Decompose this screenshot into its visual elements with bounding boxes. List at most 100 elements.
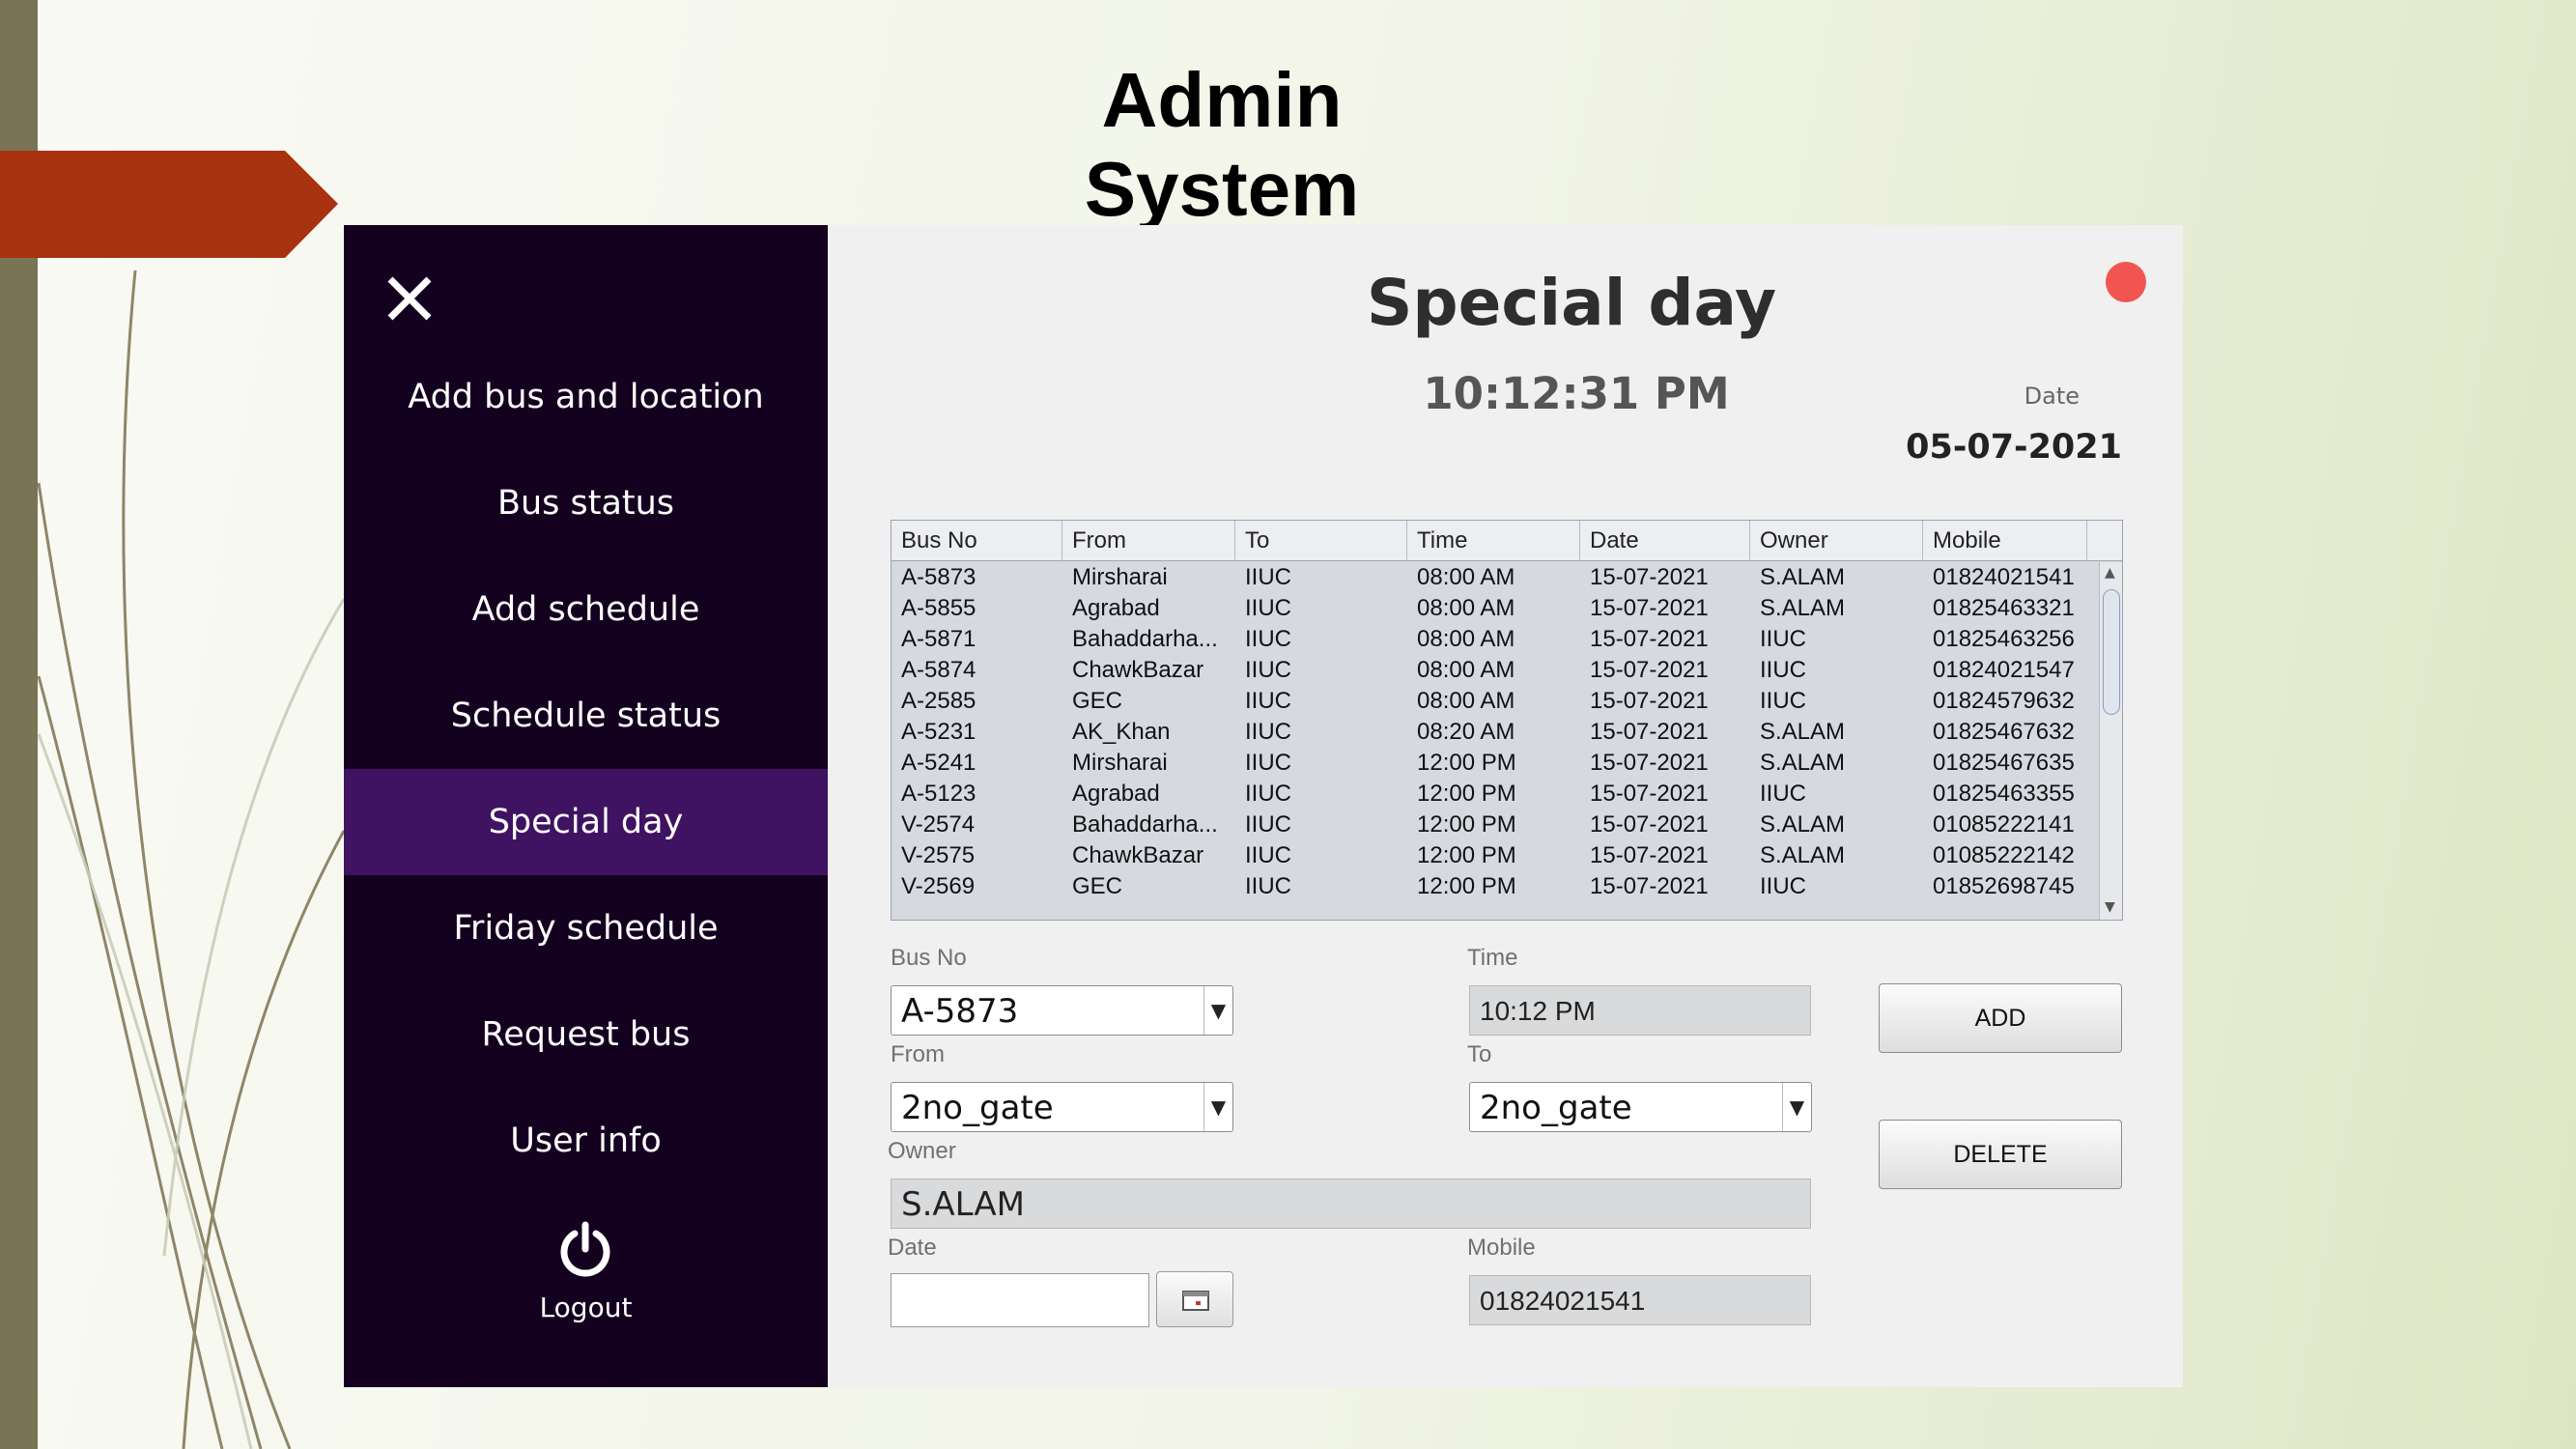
table-cell: GEC [1072, 873, 1123, 899]
sidebar-item-special-day[interactable]: Special day [344, 769, 828, 875]
sidebar: Add bus and location Bus status Add sche… [344, 225, 828, 1387]
scroll-down-arrow-icon[interactable]: ▼ [2105, 900, 2118, 914]
table-cell: A-5123 [901, 781, 977, 807]
table-row[interactable]: A-2585 GEC IIUC 08:00 AM 15-07-2021 IIUC 01824… [892, 686, 2099, 717]
table-scrollbar[interactable]: ▲ ▼ [2099, 562, 2122, 920]
bus-no-value: A-5873 [901, 992, 1019, 1031]
delete-button[interactable]: DELETE [1879, 1120, 2122, 1189]
column-header-corner [2087, 521, 2118, 561]
time-field[interactable]: 10:12 PM [1469, 985, 1811, 1036]
sidebar-item-add-schedule[interactable]: Add schedule [344, 556, 828, 663]
sidebar-item-bus-status[interactable]: Bus status [344, 450, 828, 556]
table-cell: 15-07-2021 [1590, 781, 1709, 807]
power-icon[interactable] [555, 1220, 615, 1280]
bus-no-label: Bus No [891, 945, 967, 971]
table-cell: IIUC [1245, 750, 1291, 776]
add-button[interactable]: ADD [1879, 983, 2122, 1053]
table-cell: Bahaddarha... [1072, 626, 1218, 652]
date-input[interactable] [891, 1273, 1149, 1327]
calendar-icon [1182, 1291, 1209, 1311]
mobile-field[interactable]: 01824021541 [1469, 1275, 1811, 1325]
to-select[interactable]: 2no_gate ▼ [1469, 1082, 1812, 1132]
table-cell: 15-07-2021 [1590, 595, 1709, 621]
table-cell: V-2575 [901, 842, 976, 868]
table-cell: IIUC [1245, 811, 1291, 838]
from-value: 2no_gate [901, 1089, 1054, 1127]
table-cell: IIUC [1245, 719, 1291, 745]
current-date: 05-07-2021 [1906, 428, 2122, 467]
from-select[interactable]: 2no_gate ▼ [891, 1082, 1233, 1132]
table-cell: 15-07-2021 [1590, 719, 1709, 745]
chevron-down-icon[interactable]: ▼ [1782, 1083, 1811, 1131]
bus-no-select[interactable]: A-5873 ▼ [891, 985, 1233, 1036]
scrollbar-thumb[interactable] [2103, 589, 2120, 715]
table-cell: GEC [1072, 688, 1123, 714]
table-row[interactable]: A-5871 Bahaddarha... IIUC 08:00 AM 15-07-202… [892, 624, 2099, 655]
table-cell: IIUC [1760, 626, 1806, 652]
table-body: A-5873 Mirsharai IIUC 08:00 AM 15-07-2021 S.A… [892, 562, 2099, 920]
column-header-to[interactable]: To [1235, 521, 1407, 561]
date-label: Date [888, 1235, 937, 1261]
table-row[interactable]: A-5231 AK_Khan IIUC 08:20 AM 15-07-2021 S.ALA… [892, 717, 2099, 748]
table-cell: Bahaddarha... [1072, 811, 1218, 838]
schedule-table[interactable]: Bus No From To Time Date Owner Mobile A-… [891, 520, 2123, 921]
column-header-bus-no[interactable]: Bus No [892, 521, 1062, 561]
table-cell: 01824579632 [1933, 688, 2075, 714]
date-caption: Date [2024, 383, 2080, 410]
table-row[interactable]: V-2575 ChawkBazar IIUC 12:00 PM 15-07-2021 S.… [892, 840, 2099, 871]
column-header-from[interactable]: From [1062, 521, 1235, 561]
close-icon[interactable] [382, 271, 437, 326]
table-cell: IIUC [1245, 626, 1291, 652]
logout-label[interactable]: Logout [344, 1292, 828, 1323]
column-header-time[interactable]: Time [1407, 521, 1580, 561]
sidebar-item-user-info[interactable]: User info [344, 1088, 828, 1194]
sidebar-item-friday-schedule[interactable]: Friday schedule [344, 875, 828, 981]
table-cell: IIUC [1245, 781, 1291, 807]
table-cell: 01824021547 [1933, 657, 2075, 683]
red-status-dot[interactable] [2106, 262, 2146, 302]
table-cell: 15-07-2021 [1590, 688, 1709, 714]
table-cell: 01085222141 [1933, 811, 2075, 838]
table-cell: 15-07-2021 [1590, 657, 1709, 683]
sidebar-item-add-bus-and-location[interactable]: Add bus and location [344, 344, 828, 450]
owner-field[interactable]: S.ALAM [891, 1179, 1811, 1229]
sidebar-item-schedule-status[interactable]: Schedule status [344, 663, 828, 769]
table-cell: IIUC [1245, 873, 1291, 899]
mobile-value: 01824021541 [1480, 1286, 1646, 1316]
table-cell: A-5874 [901, 657, 977, 683]
table-row[interactable]: A-5855 Agrabad IIUC 08:00 AM 15-07-2021 S.ALA… [892, 593, 2099, 624]
table-row[interactable]: A-5874 ChawkBazar IIUC 08:00 AM 15-07-2021 II… [892, 655, 2099, 686]
table-cell: ChawkBazar [1072, 657, 1204, 683]
column-header-owner[interactable]: Owner [1750, 521, 1923, 561]
table-cell: V-2574 [901, 811, 976, 838]
page-title: Special day [1366, 266, 1777, 340]
table-cell: Mirsharai [1072, 750, 1168, 776]
table-row[interactable]: A-5241 Mirsharai IIUC 12:00 PM 15-07-2021 S.A… [892, 748, 2099, 779]
slide-arrow-tag [0, 151, 338, 258]
table-cell: 08:00 AM [1417, 657, 1515, 683]
column-header-date[interactable]: Date [1580, 521, 1750, 561]
table-row[interactable]: A-5873 Mirsharai IIUC 08:00 AM 15-07-2021 S.A… [892, 562, 2099, 593]
sidebar-item-request-bus[interactable]: Request bus [344, 981, 828, 1088]
calendar-button[interactable] [1156, 1271, 1233, 1327]
table-cell: 15-07-2021 [1590, 873, 1709, 899]
chevron-down-icon[interactable]: ▼ [1203, 986, 1232, 1035]
table-cell: IIUC [1760, 688, 1806, 714]
table-row[interactable]: V-2574 Bahaddarha... IIUC 12:00 PM 15-07-202… [892, 810, 2099, 840]
time-value: 10:12 PM [1480, 996, 1596, 1026]
table-row[interactable]: A-5123 Agrabad IIUC 12:00 PM 15-07-2021 IIUC 0… [892, 779, 2099, 810]
table-cell: 15-07-2021 [1590, 626, 1709, 652]
table-cell: IIUC [1760, 657, 1806, 683]
column-header-mobile[interactable]: Mobile [1923, 521, 2087, 561]
table-cell: 08:00 AM [1417, 626, 1515, 652]
scroll-up-arrow-icon[interactable]: ▲ [2105, 566, 2118, 580]
chevron-down-icon[interactable]: ▼ [1203, 1083, 1232, 1131]
table-row[interactable]: V-2569 GEC IIUC 12:00 PM 15-07-2021 IIUC 01852… [892, 871, 2099, 902]
owner-label: Owner [888, 1138, 956, 1164]
table-cell: 08:00 AM [1417, 595, 1515, 621]
table-cell: S.ALAM [1760, 719, 1846, 745]
table-cell: 15-07-2021 [1590, 811, 1709, 838]
slide-title: Admin System [1084, 57, 1360, 232]
table-cell: 01824021541 [1933, 564, 2075, 590]
table-cell: A-5871 [901, 626, 977, 652]
